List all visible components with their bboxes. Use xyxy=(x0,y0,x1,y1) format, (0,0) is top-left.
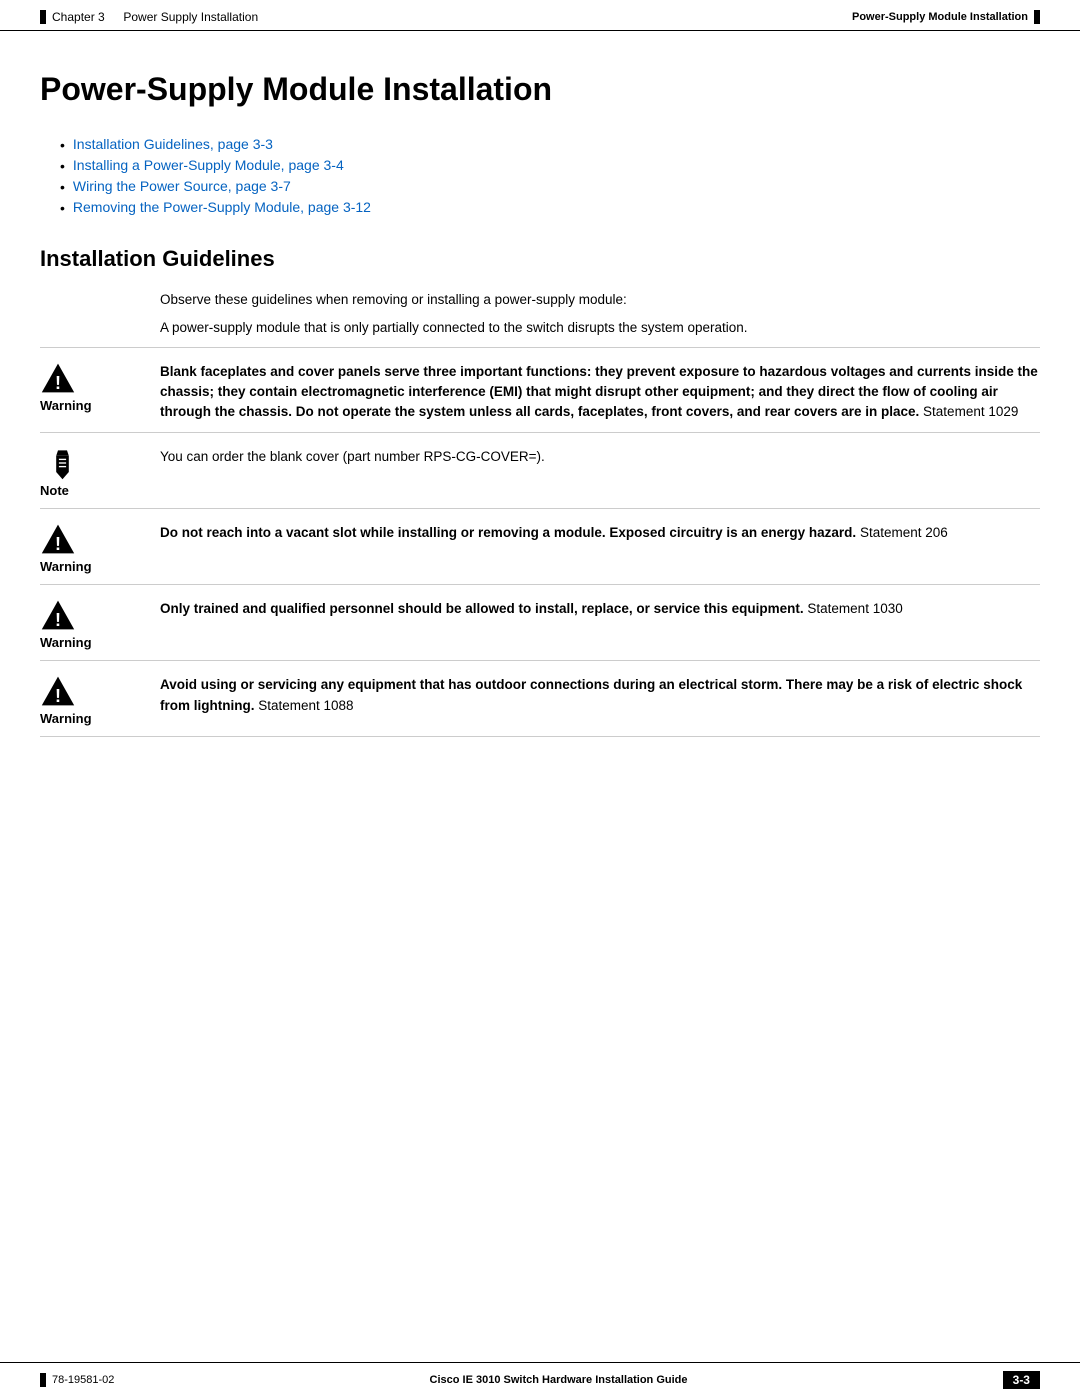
footer-doc-number: 78-19581-02 xyxy=(52,1374,114,1386)
toc-item-1[interactable]: • Installation Guidelines, page 3-3 xyxy=(60,136,1040,153)
toc-list: • Installation Guidelines, page 3-3 • In… xyxy=(40,136,1040,216)
section-heading: Installation Guidelines xyxy=(40,246,1040,272)
body-text-2: A power-supply module that is only parti… xyxy=(160,318,1040,338)
warning-label-2: Warning xyxy=(40,559,92,574)
warning-block-1: ! Warning Blank faceplates and cover pan… xyxy=(40,348,1040,434)
note-body-1: You can order the blank cover (part numb… xyxy=(160,443,1040,467)
page-header: Chapter 3 Power Supply Installation Powe… xyxy=(0,0,1080,31)
warning-body-3: Only trained and qualified personnel sho… xyxy=(160,595,1040,619)
warning-icon-col-2: ! Warning xyxy=(40,519,160,574)
warning-label-3: Warning xyxy=(40,635,92,650)
warning-triangle-icon-2: ! xyxy=(40,521,76,557)
header-chapter: Chapter 3 xyxy=(52,10,105,24)
svg-text:!: ! xyxy=(55,610,61,630)
warning-block-3: ! Warning Only trained and qualified per… xyxy=(40,585,1040,661)
warning-triangle-icon-3: ! xyxy=(40,597,76,633)
warning-bold-3: Only trained and qualified personnel sho… xyxy=(160,601,804,616)
warning-normal-3: Statement 1030 xyxy=(807,601,902,616)
warning-normal-2: Statement 206 xyxy=(860,525,948,540)
header-black-rect xyxy=(40,10,46,24)
warning-normal-4: Statement 1088 xyxy=(258,698,353,713)
page-footer: 78-19581-02 Cisco IE 3010 Switch Hardwar… xyxy=(0,1362,1080,1397)
toc-link-4[interactable]: Removing the Power-Supply Module, page 3… xyxy=(73,199,371,215)
svg-text:!: ! xyxy=(55,686,61,706)
footer-center: Cisco IE 3010 Switch Hardware Installati… xyxy=(430,1374,688,1386)
warning-icon-col-3: ! Warning xyxy=(40,595,160,650)
warning-label-1: Warning xyxy=(40,398,92,413)
toc-item-2[interactable]: • Installing a Power-Supply Module, page… xyxy=(60,157,1040,174)
body-text-1: Observe these guidelines when removing o… xyxy=(160,290,1040,310)
footer-page-number: 3-3 xyxy=(1003,1371,1040,1389)
warning-bold-1: Blank faceplates and cover panels serve … xyxy=(160,364,1038,420)
warning-icon-col-4: ! Warning xyxy=(40,671,160,726)
toc-link-2[interactable]: Installing a Power-Supply Module, page 3… xyxy=(73,157,344,173)
toc-bullet-2: • xyxy=(60,158,65,174)
note-pencil-icon xyxy=(40,445,76,481)
warning-label-4: Warning xyxy=(40,711,92,726)
warning-body-4: Avoid using or servicing any equipment t… xyxy=(160,671,1040,716)
footer-left-rect xyxy=(40,1373,46,1387)
toc-link-3[interactable]: Wiring the Power Source, page 3-7 xyxy=(73,178,291,194)
toc-bullet-4: • xyxy=(60,200,65,216)
warning-block-4: ! Warning Avoid using or servicing any e… xyxy=(40,661,1040,737)
warning-block-2: ! Warning Do not reach into a vacant slo… xyxy=(40,509,1040,585)
page-title: Power-Supply Module Installation xyxy=(40,71,1040,108)
toc-bullet-3: • xyxy=(60,179,65,195)
main-content: Power-Supply Module Installation • Insta… xyxy=(0,31,1080,777)
note-block-1: Note You can order the blank cover (part… xyxy=(40,433,1040,509)
toc-item-3[interactable]: • Wiring the Power Source, page 3-7 xyxy=(60,178,1040,195)
warning-body-1: Blank faceplates and cover panels serve … xyxy=(160,358,1040,423)
warning-icon-col-1: ! Warning xyxy=(40,358,160,413)
toc-bullet-1: • xyxy=(60,137,65,153)
svg-text:!: ! xyxy=(55,372,61,392)
footer-right: 3-3 xyxy=(1003,1371,1040,1389)
toc-link-1[interactable]: Installation Guidelines, page 3-3 xyxy=(73,136,273,152)
warning-triangle-icon-4: ! xyxy=(40,673,76,709)
note-normal-1: You can order the blank cover (part numb… xyxy=(160,449,545,464)
header-chapter-title: Power Supply Installation xyxy=(123,10,258,24)
header-left: Chapter 3 Power Supply Installation xyxy=(40,10,258,24)
header-right-rect xyxy=(1034,10,1040,24)
footer-left: 78-19581-02 xyxy=(40,1373,114,1387)
toc-item-4[interactable]: • Removing the Power-Supply Module, page… xyxy=(60,199,1040,216)
footer-guide-title: Cisco IE 3010 Switch Hardware Installati… xyxy=(430,1374,688,1386)
warning-triangle-icon-1: ! xyxy=(40,360,76,396)
warning-normal-1: Statement 1029 xyxy=(923,404,1018,419)
header-right: Power-Supply Module Installation xyxy=(852,10,1040,24)
warning-body-2: Do not reach into a vacant slot while in… xyxy=(160,519,1040,543)
header-right-title: Power-Supply Module Installation xyxy=(852,11,1028,23)
svg-text:!: ! xyxy=(55,534,61,554)
note-label-1: Note xyxy=(40,483,69,498)
note-icon-col-1: Note xyxy=(40,443,160,498)
warning-bold-2: Do not reach into a vacant slot while in… xyxy=(160,525,856,540)
